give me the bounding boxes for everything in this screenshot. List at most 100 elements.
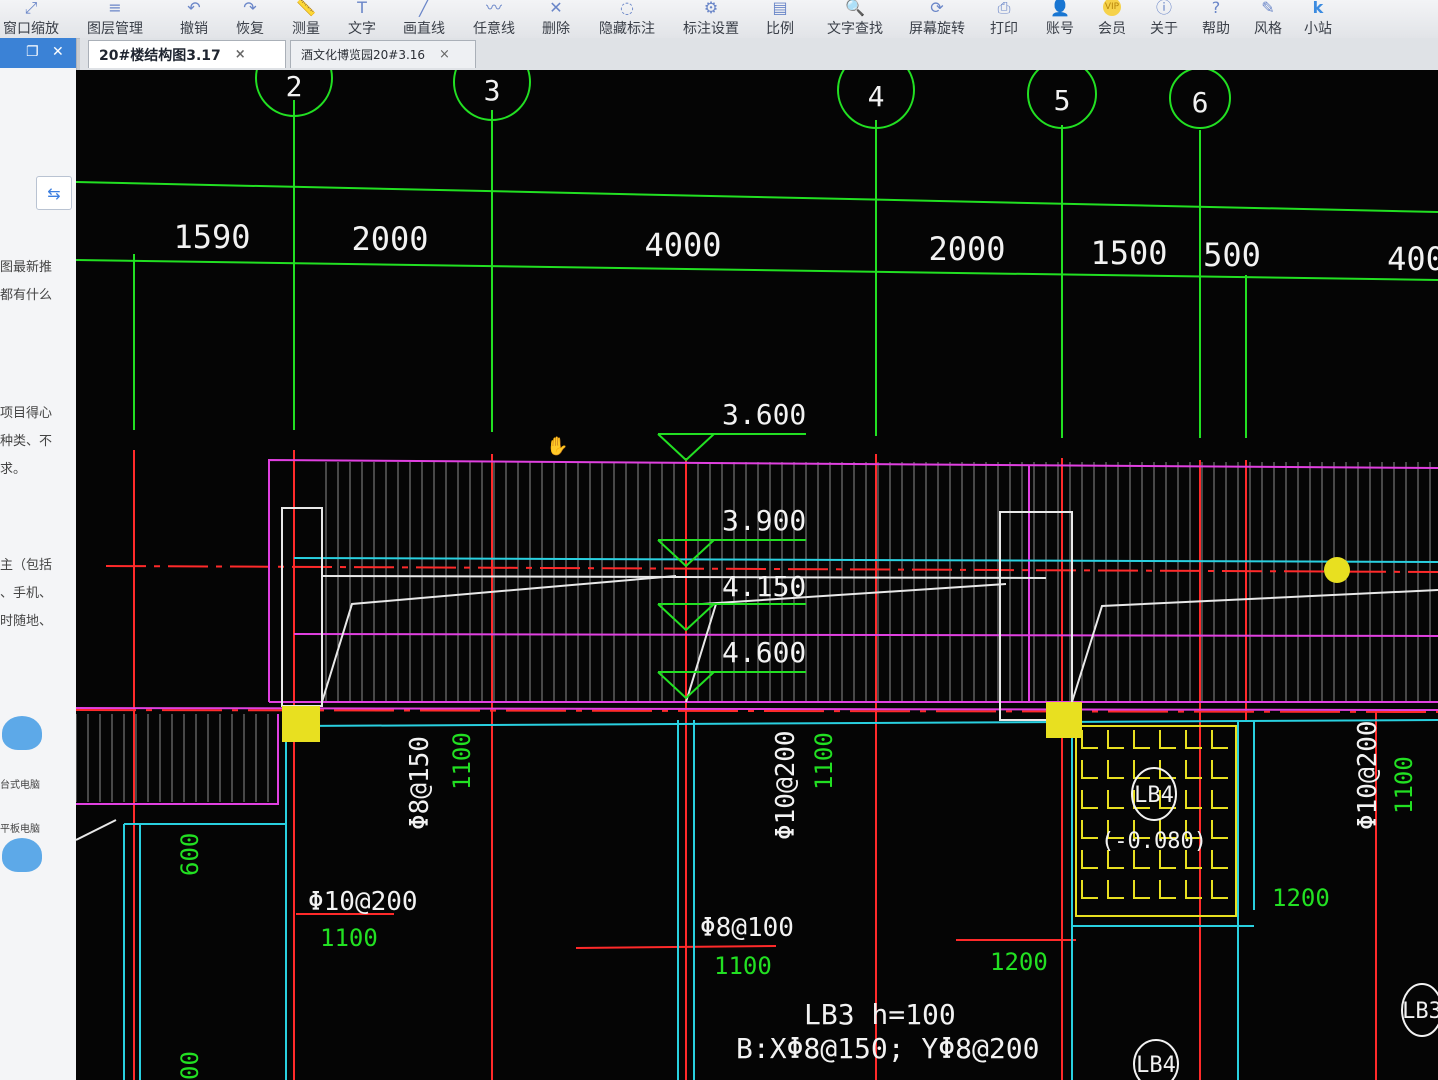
toolbar-layers-button[interactable]: ≡ 图层管理	[80, 0, 150, 42]
slab-note: LB3 h=100	[804, 998, 956, 1031]
close-icon[interactable]: ✕	[52, 44, 64, 60]
toolbar-line-button[interactable]: ╱ 画直线	[396, 0, 452, 42]
dimension-label: 1500	[1090, 234, 1167, 272]
slab-tag: LB4	[1134, 783, 1174, 808]
toolbar-scale-button[interactable]: ▤ 比例	[758, 0, 802, 42]
hatch-stroke	[1211, 820, 1228, 839]
column-marker	[1324, 557, 1350, 583]
toolbar-hide-annotation-button[interactable]: ◌ 隐藏标注	[592, 0, 662, 42]
hatch-stroke	[1081, 790, 1098, 809]
toolbar-redo-button[interactable]: ↷ 恢复	[228, 0, 272, 42]
toolbar-vip-button[interactable]: VIP 会员	[1090, 0, 1134, 42]
slab-note: B:XΦ8@150; YΦ8@200	[736, 1032, 1039, 1065]
cad-drawing-canvas[interactable]: 2 3 4 5 6 1590 2000 4000 2000 1500 500 4…	[76, 70, 1438, 1080]
side-snippet: 主（包括	[0, 558, 53, 573]
hatch-stroke	[1081, 880, 1098, 899]
toolbar-station-button[interactable]: k 小站	[1296, 0, 1340, 42]
axis-line	[76, 181, 1438, 213]
toolbar-rotate-button[interactable]: ⟳ 屏幕旋转	[902, 0, 972, 42]
side-snippet: 图最新推	[0, 260, 53, 275]
side-panel-header: ❐ ✕	[0, 38, 76, 68]
left-side-panel: ❐ ✕ ⇆ 图最新推 都有什么 项目得心 种类、不 求。 主（包括 、手机、 时…	[0, 38, 77, 1080]
redo-icon: ↷	[243, 0, 257, 17]
slab-edge	[297, 719, 1438, 727]
axis-bubble-label: 6	[1192, 86, 1209, 119]
length-label: 00	[176, 1051, 204, 1080]
side-snippet: 、手机、	[0, 586, 53, 601]
side-snippet: 求。	[0, 462, 27, 477]
style-icon: ✎	[1261, 0, 1275, 17]
toolbar-print-button[interactable]: ⎙ 打印	[982, 0, 1026, 42]
toolbar-window-zoom-button[interactable]: ⤢ 窗口缩放	[0, 0, 62, 42]
length-label: 1100	[320, 924, 378, 952]
hatch-stroke	[1081, 730, 1098, 749]
hatch-stroke	[1211, 730, 1228, 749]
desktop-computer-image	[2, 716, 42, 750]
axis-bubble-label: 2	[286, 70, 303, 103]
window-zoom-icon: ⤢	[24, 0, 38, 17]
hatch-stroke	[1081, 820, 1098, 839]
dimension-label: 500	[1203, 236, 1261, 274]
help-icon: ?	[1211, 0, 1221, 17]
axis-bubble-label: 3	[484, 74, 501, 107]
elevation-marker	[657, 433, 717, 462]
side-caption: 台式电脑	[0, 780, 40, 791]
toolbar-annotation-settings-button[interactable]: ⚙ 标注设置	[676, 0, 746, 42]
length-label: 1100	[714, 952, 772, 980]
hatch-stroke	[1159, 730, 1176, 749]
dimension-label: 1590	[173, 218, 250, 256]
top-toolbar: ⤢ 窗口缩放 ≡ 图层管理 ↶ 撤销 ↷ 恢复 📏 测量 T 文字 ╱ 画直线 〰任意线 ✕ 删…	[0, 0, 1438, 39]
document-tab-bar: 20#楼结构图3.17 × 酒文化博览园20#3.16 ×	[80, 38, 1438, 71]
tablet-computer-image	[2, 838, 42, 872]
elevation-label: 4.150	[722, 570, 806, 603]
toolbar-delete-button[interactable]: ✕ 删除	[534, 0, 578, 42]
hatch-stroke	[1107, 790, 1124, 809]
axis-bubble-label: 5	[1054, 84, 1071, 117]
account-icon: 👤	[1050, 0, 1070, 17]
toolbar-polyline-button[interactable]: 〰任意线	[466, 0, 522, 42]
rebar-label: Φ8@100	[700, 913, 794, 943]
elevation-label: 4.600	[722, 636, 806, 669]
column-hatch	[282, 706, 320, 742]
toolbar-text-button[interactable]: T 文字	[340, 0, 384, 42]
side-snippet: 种类、不	[0, 434, 53, 449]
dimension-label: 2000	[351, 220, 428, 258]
stair-line	[76, 819, 117, 841]
length-label: 1100	[448, 732, 476, 790]
station-icon: k	[1312, 0, 1324, 17]
dimension-label: 4000	[644, 226, 721, 264]
hatch-stroke	[1211, 850, 1228, 869]
rotate-screen-icon: ⟳	[930, 0, 944, 17]
hatch-stroke	[1211, 790, 1228, 809]
text-search-icon: 🔍	[845, 0, 865, 17]
print-icon: ⎙	[997, 0, 1011, 17]
stair-line	[685, 603, 717, 703]
swap-arrows-icon: ⇆	[47, 183, 61, 203]
toolbar-text-search-button[interactable]: 🔍 文字查找	[820, 0, 890, 42]
stair-line	[1071, 589, 1438, 703]
toolbar-about-button[interactable]: ⓘ 关于	[1142, 0, 1186, 42]
measure-icon: 📏	[296, 0, 316, 17]
restore-window-icon[interactable]: ❐	[26, 44, 39, 60]
undo-icon: ↶	[187, 0, 201, 17]
toolbar-measure-button[interactable]: 📏 测量	[284, 0, 328, 42]
toolbar-help-button[interactable]: ? 帮助	[1194, 0, 1238, 42]
hatch-stroke	[1081, 760, 1098, 779]
length-label: 1100	[810, 732, 838, 790]
info-icon: ⓘ	[1155, 0, 1172, 17]
toolbar-account-button[interactable]: 👤 账号	[1038, 0, 1082, 42]
dimension-label: 2000	[928, 230, 1005, 268]
swap-button[interactable]: ⇆	[36, 176, 72, 210]
length-label: 1100	[1390, 756, 1418, 814]
wall-outline	[293, 633, 1438, 637]
tab-drawing-1[interactable]: 20#楼结构图3.17 ×	[88, 40, 286, 68]
toolbar-style-button[interactable]: ✎ 风格	[1246, 0, 1290, 42]
toolbar-undo-button[interactable]: ↶ 撤销	[172, 0, 216, 42]
tab-drawing-2[interactable]: 酒文化博览园20#3.16 ×	[290, 40, 476, 68]
hatch-stroke	[1133, 880, 1150, 899]
hide-annotation-icon: ◌	[620, 0, 634, 17]
close-icon[interactable]: ×	[439, 47, 450, 62]
hatch-stroke	[1107, 880, 1124, 899]
close-icon[interactable]: ×	[235, 47, 246, 62]
rebar-label: Φ10@200	[771, 730, 801, 840]
